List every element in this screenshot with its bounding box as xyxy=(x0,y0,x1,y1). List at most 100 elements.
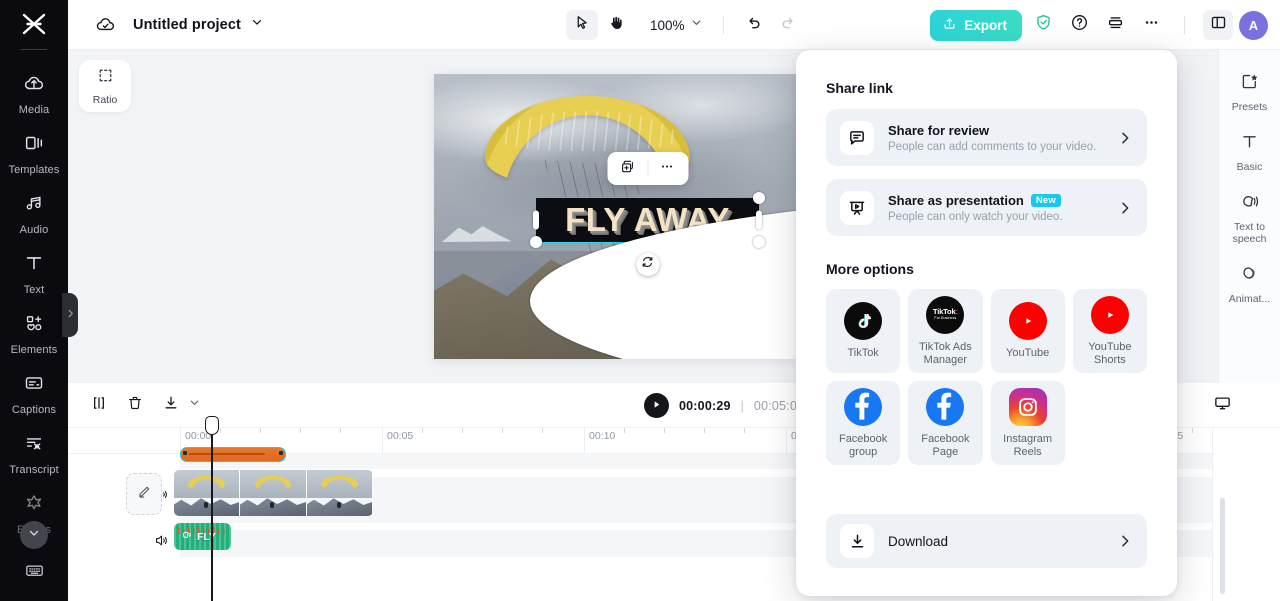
presentation-play-icon xyxy=(840,190,874,225)
download-options-caret-button[interactable] xyxy=(188,396,201,414)
upload-box-icon xyxy=(942,16,957,34)
resize-handle-left[interactable] xyxy=(533,210,539,230)
video-canvas[interactable]: FLY AWAY xyxy=(434,74,796,359)
templates-icon xyxy=(23,132,45,159)
share-tile-label: Instagram Reels xyxy=(1003,432,1053,458)
audio-clip-label: FLY xyxy=(197,530,216,543)
property-item-presets[interactable]: Presets xyxy=(1219,64,1280,120)
download-icon xyxy=(840,524,874,558)
download-row[interactable]: Download xyxy=(826,514,1147,568)
property-item-label: Basic xyxy=(1236,161,1263,173)
top-bar-actions: Export A xyxy=(930,0,1268,50)
share-tile-facebook-page[interactable]: Facebook Page xyxy=(908,381,983,465)
property-item-text-to-speech[interactable]: Text to speech xyxy=(1219,184,1280,252)
split-clip-button[interactable] xyxy=(84,391,114,419)
resize-handle-bottom-right[interactable] xyxy=(753,236,765,248)
audio-clip[interactable]: FLY xyxy=(174,523,231,550)
share-as-presentation-row[interactable]: Share as presentation New People can onl… xyxy=(826,179,1147,236)
page-title[interactable]: Untitled project xyxy=(133,17,241,33)
resize-handle-right[interactable] xyxy=(756,210,762,230)
preview-toggle-button[interactable] xyxy=(1213,383,1232,428)
layout-toggle-button[interactable] xyxy=(1203,10,1233,40)
export-button[interactable]: Export xyxy=(930,9,1022,41)
timeline-edit-tools xyxy=(84,391,201,419)
print-stack-icon-button[interactable] xyxy=(1100,10,1130,40)
share-for-review-row[interactable]: Share for review People can add comments… xyxy=(826,109,1147,166)
share-tile-facebook-group[interactable]: Facebook group xyxy=(826,381,901,465)
capcut-logo-icon[interactable] xyxy=(0,0,68,47)
property-item-basic[interactable]: Basic xyxy=(1219,124,1280,180)
ratio-button[interactable]: Ratio xyxy=(79,60,131,112)
delete-clip-button[interactable] xyxy=(120,391,150,419)
share-row-title-text: Share for review xyxy=(888,122,990,138)
rail-collapse-handle[interactable] xyxy=(62,293,78,337)
speech-bubble-icon xyxy=(1239,191,1260,217)
redo-button[interactable] xyxy=(772,10,804,40)
youtube-icon xyxy=(1008,302,1047,340)
share-tile-tiktok[interactable]: TikTok xyxy=(826,289,901,373)
sidebar-item-media[interactable]: Media xyxy=(0,64,68,124)
captions-box-icon xyxy=(23,372,45,399)
video-thumbnail xyxy=(306,470,373,516)
rotate-handle[interactable] xyxy=(636,253,659,276)
effect-clip-selected[interactable] xyxy=(180,447,286,462)
share-tile-tiktok-ads-manager[interactable]: TikTok: For Business TikTok Ads Manager xyxy=(908,289,983,373)
pencil-edit-icon xyxy=(136,484,152,505)
transcript-icon xyxy=(23,432,45,459)
layer-more-options-button[interactable] xyxy=(650,154,684,183)
chevron-down-icon xyxy=(27,526,41,545)
comment-box-icon xyxy=(840,120,874,155)
cloud-check-icon[interactable] xyxy=(95,14,116,35)
sidebar-item-transcript[interactable]: Transcript xyxy=(0,424,68,484)
video-clip[interactable] xyxy=(174,470,373,516)
sidebar-item-audio[interactable]: Audio xyxy=(0,184,68,244)
zoom-level-value: 100% xyxy=(650,17,685,33)
property-item-animation[interactable]: Animat... xyxy=(1219,256,1280,312)
play-triangle-icon xyxy=(651,397,662,415)
play-button[interactable] xyxy=(644,393,669,418)
sidebar-item-text[interactable]: Text xyxy=(0,244,68,304)
download-clip-button[interactable] xyxy=(156,391,186,419)
timeline-vertical-scrollbar[interactable] xyxy=(1220,498,1225,594)
export-button-label: Export xyxy=(964,17,1007,33)
floating-toolbar-divider xyxy=(647,160,648,177)
resize-handle-top-right[interactable] xyxy=(753,192,765,204)
sparkle-star-icon xyxy=(23,492,45,519)
select-tool-button[interactable] xyxy=(566,10,598,40)
download-row-label: Download xyxy=(888,533,949,549)
zoom-level-select[interactable]: 100% xyxy=(644,12,709,38)
text-layer-selection[interactable]: FLY AWAY xyxy=(530,152,796,359)
sidebar-item-templates[interactable]: Templates xyxy=(0,124,68,184)
time-separator: | xyxy=(740,398,744,413)
duplicate-layer-button[interactable] xyxy=(611,154,645,183)
hand-tool-button[interactable] xyxy=(600,10,632,40)
keyboard-shortcuts-button[interactable] xyxy=(0,544,68,601)
edit-track-placeholder-button[interactable] xyxy=(126,473,162,515)
sidebar-item-elements[interactable]: Elements xyxy=(0,304,68,364)
share-tile-label: YouTube Shorts xyxy=(1088,340,1132,366)
more-options-button[interactable] xyxy=(1136,10,1166,40)
help-circle-icon-button[interactable] xyxy=(1064,10,1094,40)
share-tile-youtube[interactable]: YouTube xyxy=(990,289,1065,373)
copy-plus-icon xyxy=(620,158,637,180)
toolbar-divider xyxy=(722,16,724,34)
audio-track-mute-button[interactable] xyxy=(150,532,172,554)
help-circle-icon xyxy=(1070,13,1089,37)
download-icon xyxy=(162,394,180,417)
instagram-icon xyxy=(1008,387,1047,426)
sidebar-item-label: Elements xyxy=(10,344,58,357)
shield-check-icon-button[interactable] xyxy=(1028,10,1058,40)
timeline-playhead[interactable] xyxy=(205,416,219,601)
resize-handle-bottom-left[interactable] xyxy=(530,236,542,248)
avatar[interactable]: A xyxy=(1239,10,1268,40)
project-title-caret-button[interactable] xyxy=(250,15,264,34)
music-note-icon xyxy=(23,192,45,219)
rail-expand-button[interactable] xyxy=(20,521,48,549)
undo-button[interactable] xyxy=(738,10,770,40)
sidebar-item-captions[interactable]: Captions xyxy=(0,364,68,424)
share-tile-instagram-reels[interactable]: Instagram Reels xyxy=(990,381,1065,465)
share-row-title: Share for review xyxy=(888,123,1117,138)
playhead-handle[interactable] xyxy=(205,416,219,435)
share-tile-youtube-shorts[interactable]: YouTube Shorts xyxy=(1072,289,1147,373)
toolbar-divider-right xyxy=(1184,16,1185,34)
